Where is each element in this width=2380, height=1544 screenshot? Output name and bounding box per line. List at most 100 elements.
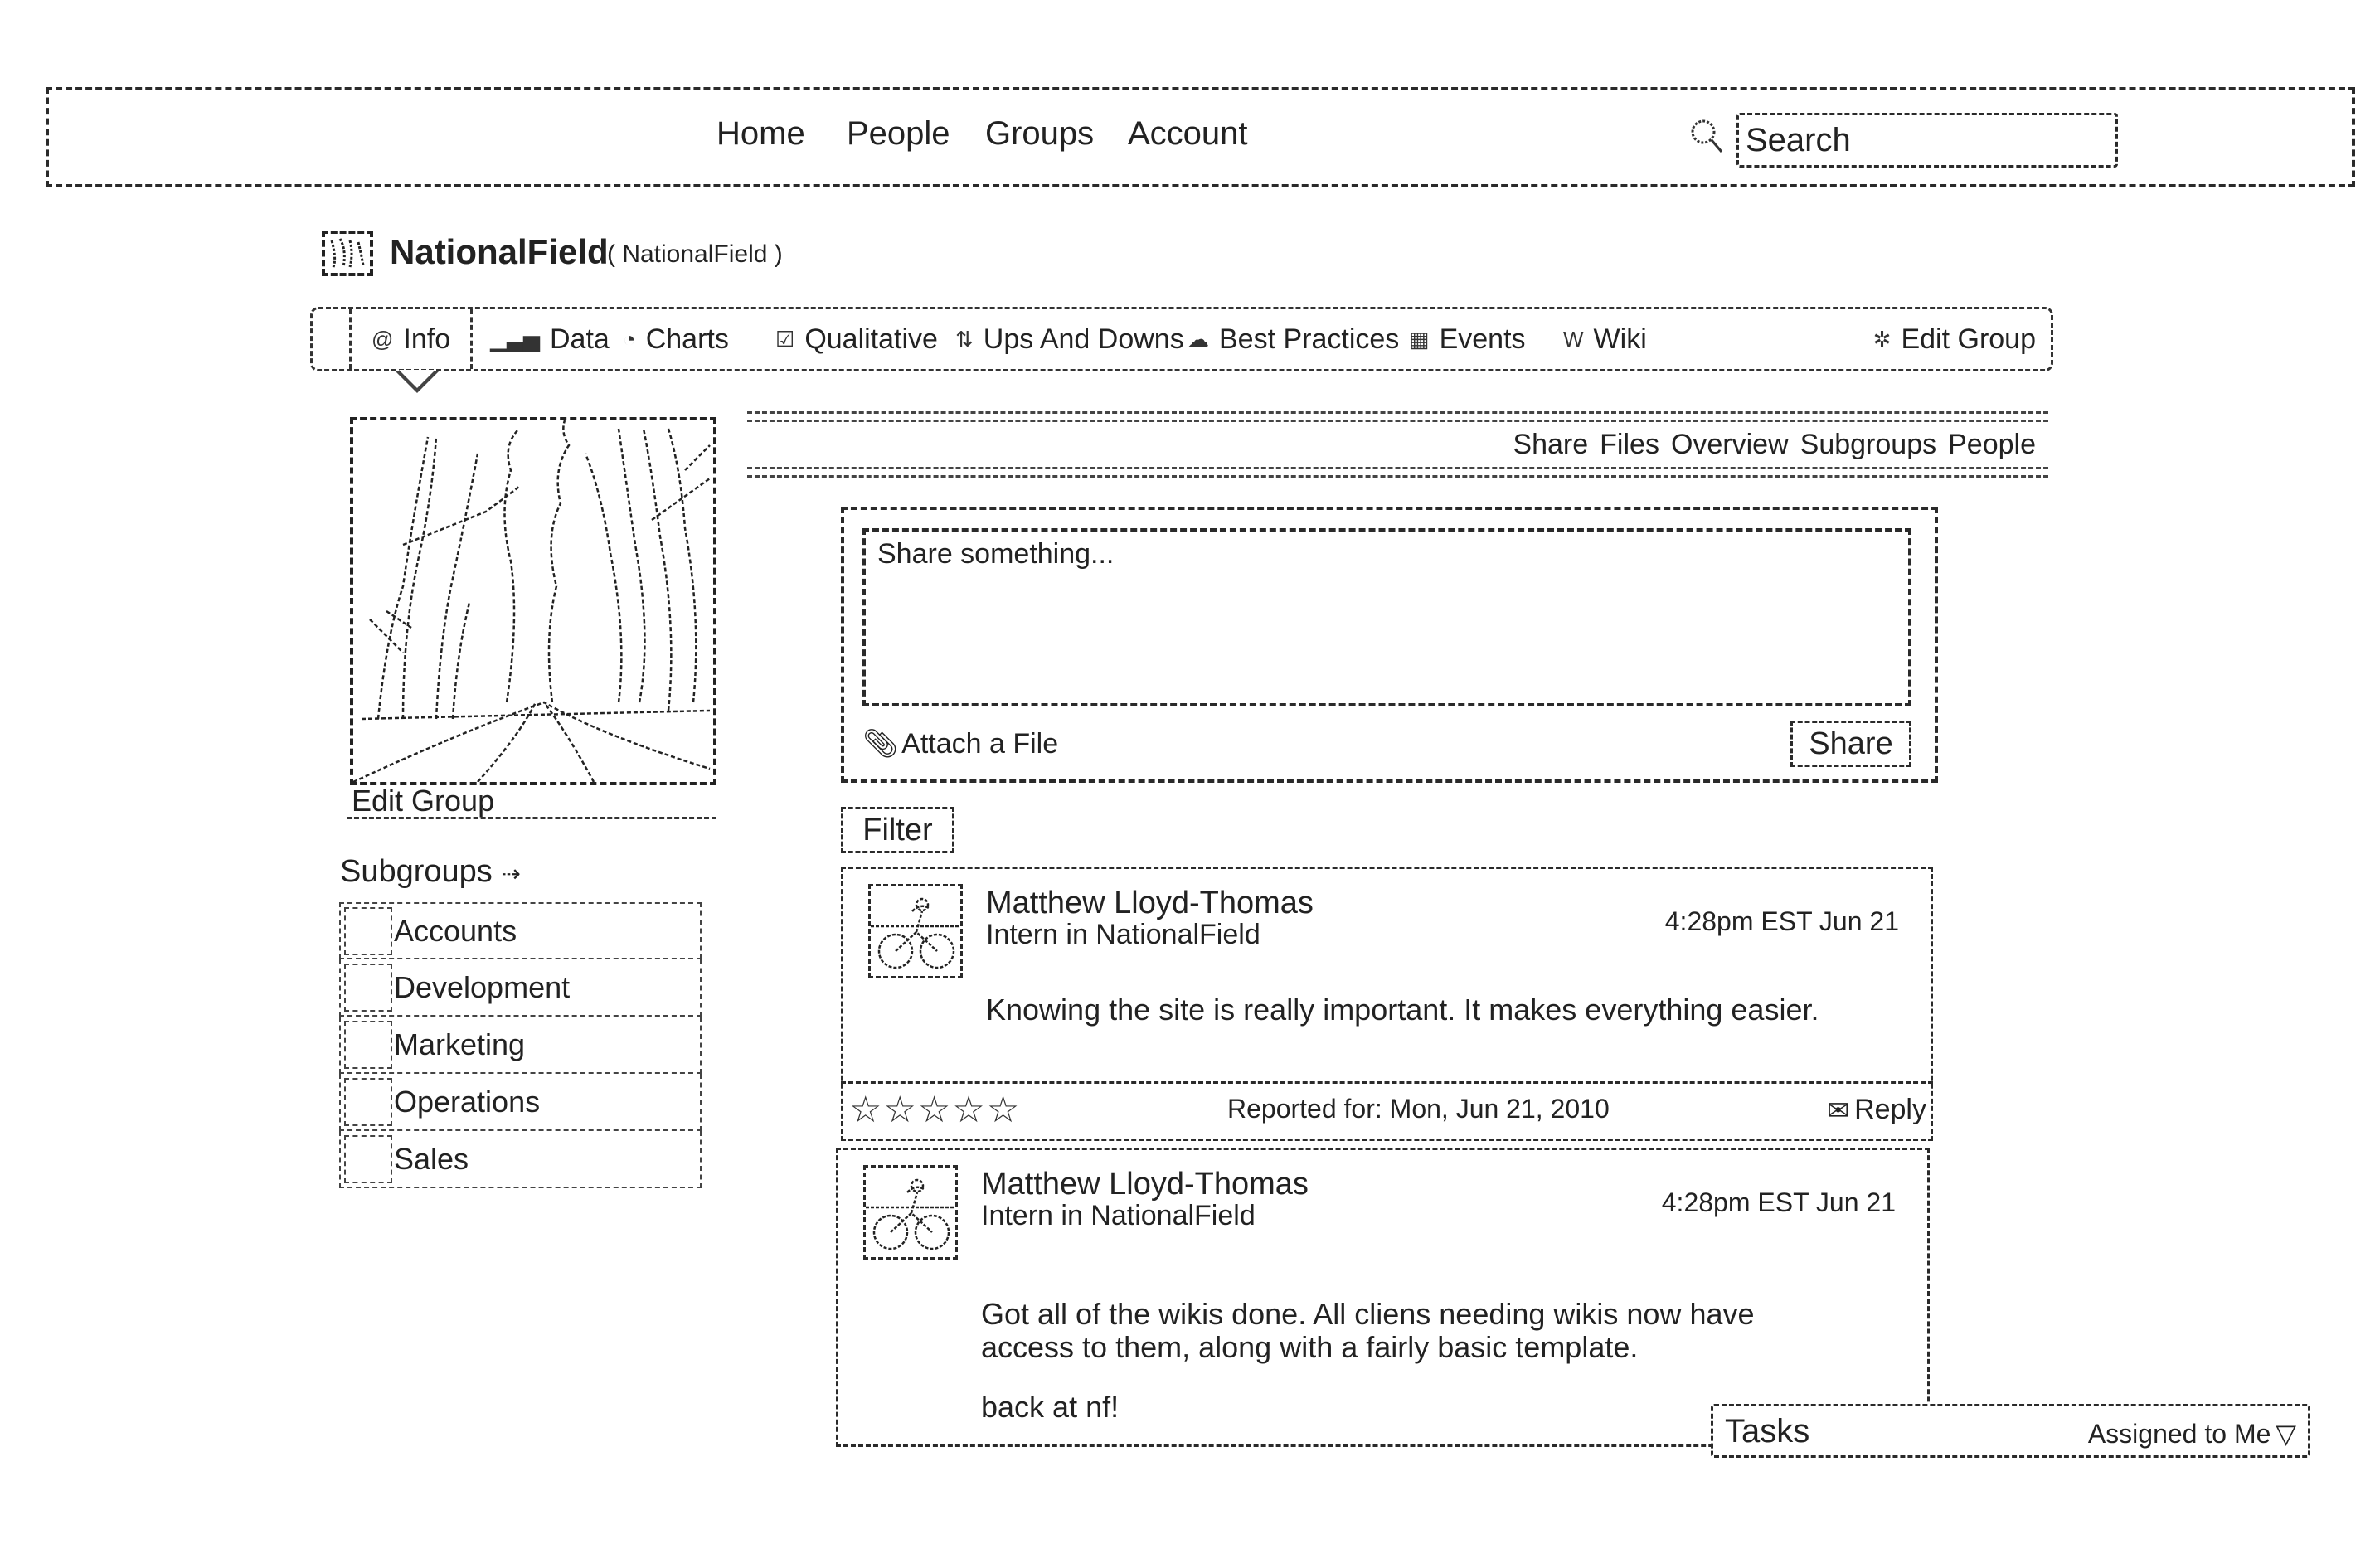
checkbox-icon: ☑ <box>775 326 795 352</box>
updown-icon: ⇅ <box>955 326 974 352</box>
calendar-icon: ▦ <box>1409 326 1430 352</box>
post-footer: ☆ ☆ ☆ ☆ ☆ Reported for: Mon, Jun 21, 201… <box>841 1081 1933 1141</box>
subgroup-thumbnail <box>344 1020 392 1069</box>
nav-link-account[interactable]: Account <box>1128 115 1248 153</box>
tab-label: Events <box>1439 323 1526 355</box>
tasks-filter-dropdown[interactable]: Assigned to Me ▽ <box>2088 1418 2296 1449</box>
edit-group-tab[interactable]: ✲ Edit Group <box>1873 309 2036 369</box>
share-button[interactable]: Share <box>1790 721 1911 767</box>
divider <box>747 411 2048 414</box>
tab-label: Info <box>403 323 451 355</box>
subgroup-item-development[interactable]: Development <box>339 959 702 1017</box>
tab-charts[interactable]: ◔ Charts <box>623 309 729 369</box>
subnav-files[interactable]: Files <box>1600 429 1659 461</box>
star-icon[interactable]: ☆ <box>987 1089 1019 1131</box>
subgroup-item-operations[interactable]: Operations <box>339 1074 702 1131</box>
divider <box>347 817 716 819</box>
search-icon[interactable] <box>1687 115 1728 157</box>
tab-label: Edit Group <box>1901 323 2036 355</box>
attach-file-label: Attach a File <box>901 727 1059 760</box>
tab-best-practices[interactable]: ☁ Best Practices <box>1188 309 1399 369</box>
subgroup-thumbnail <box>344 906 392 955</box>
subnav-overview[interactable]: Overview <box>1671 429 1789 461</box>
cyclist-avatar-icon <box>871 897 960 969</box>
avatar[interactable] <box>863 1165 958 1260</box>
group-tab-bar: @ Info ▁▃▅ Data ◔ Charts ☑ Qualitative ⇅… <box>310 307 2053 371</box>
attach-file-link[interactable]: 📎︎ Attach a File <box>862 727 1058 760</box>
star-icon[interactable]: ☆ <box>918 1089 950 1131</box>
subnav-subgroups[interactable]: Subgroups <box>1800 429 1936 461</box>
edit-group-link[interactable]: Edit Group <box>352 784 494 818</box>
tab-label: Data <box>550 323 610 355</box>
post-body: Knowing the site is really important. It… <box>986 993 1819 1027</box>
tab-label: Qualitative <box>804 323 938 355</box>
reply-button[interactable]: ✉ Reply <box>1827 1094 1926 1126</box>
share-composer: 📎︎ Attach a File Share <box>841 507 1938 783</box>
star-icon[interactable]: ☆ <box>849 1089 882 1131</box>
tab-label: Charts <box>645 323 729 355</box>
subnav-people[interactable]: People <box>1948 429 2036 461</box>
search-input[interactable] <box>1736 113 2118 168</box>
avatar[interactable] <box>868 884 963 978</box>
tab-data[interactable]: ▁▃▅ Data <box>490 309 610 369</box>
reported-for-date: Reported for: Mon, Jun 21, 2010 <box>1227 1094 1610 1124</box>
feed-post: Matthew Lloyd-Thomas Intern in NationalF… <box>841 867 1933 1141</box>
subnav-share[interactable]: Share <box>1513 429 1588 461</box>
pie-chart-icon: ◔ <box>623 326 636 352</box>
subgroup-thumbnail <box>344 963 392 1012</box>
feed-post: Matthew Lloyd-Thomas Intern in NationalF… <box>836 1148 1930 1447</box>
share-input[interactable] <box>862 528 1911 706</box>
subgroup-thumbnail <box>344 1134 392 1183</box>
group-title: NationalField <box>390 232 609 271</box>
tab-ups-and-downs[interactable]: ⇅ Ups And Downs <box>955 309 1184 369</box>
wiki-icon: W <box>1563 326 1584 352</box>
post-timestamp: 4:28pm EST Jun 21 <box>1661 1187 1896 1217</box>
forest-path-illustration <box>353 420 711 782</box>
post-author-role: Intern in NationalField <box>986 919 1260 950</box>
subgroup-label: Marketing <box>394 1027 526 1061</box>
subgroups-heading: Subgroups ⇢ <box>340 854 521 890</box>
post-author[interactable]: Matthew Lloyd-Thomas <box>986 886 1314 921</box>
tab-events[interactable]: ▦ Events <box>1409 309 1526 369</box>
subgroup-item-marketing[interactable]: Marketing <box>339 1017 702 1074</box>
post-timestamp: 4:28pm EST Jun 21 <box>1664 906 1899 936</box>
post-author-role: Intern in NationalField <box>981 1200 1256 1231</box>
nav-link-groups[interactable]: Groups <box>985 115 1094 153</box>
section-navigation: Share Files Overview Subgroups People <box>1513 429 2036 461</box>
star-icon[interactable]: ☆ <box>952 1089 984 1131</box>
tasks-panel[interactable]: Tasks Assigned to Me ▽ <box>1711 1404 2310 1458</box>
subgroup-label: Accounts <box>394 913 517 948</box>
filter-button[interactable]: Filter <box>841 807 954 853</box>
group-picture <box>350 417 716 785</box>
group-logo <box>322 231 373 276</box>
divider <box>747 420 2048 422</box>
subgroups-list: Accounts Development Marketing Operation… <box>339 902 702 1188</box>
nav-link-people[interactable]: People <box>847 115 950 153</box>
envelope-icon: ✉ <box>1827 1095 1850 1125</box>
tab-label: Wiki <box>1593 323 1647 355</box>
bar-chart-icon: ▁▃▅ <box>490 326 540 352</box>
subgroup-label: Operations <box>394 1084 541 1119</box>
star-icon[interactable]: ☆ <box>883 1089 916 1131</box>
subgroups-label: Subgroups <box>340 854 493 889</box>
post-body: Got all of the wikis done. All cliens ne… <box>981 1297 1755 1364</box>
group-handle: ( NationalField ) <box>607 240 783 268</box>
subgroup-label: Development <box>394 969 571 1004</box>
tasks-title: Tasks <box>1725 1413 1810 1449</box>
tab-info[interactable]: @ Info <box>349 309 474 369</box>
tab-qualitative[interactable]: ☑ Qualitative <box>775 309 938 369</box>
active-tab-pointer-fill <box>399 370 435 388</box>
cyclist-avatar-icon <box>866 1178 955 1250</box>
tasks-filter-label: Assigned to Me <box>2087 1418 2271 1449</box>
nav-link-home[interactable]: Home <box>716 115 805 153</box>
top-navigation-bar: Home People Groups Account <box>46 87 2355 187</box>
subgroup-item-sales[interactable]: Sales <box>339 1131 702 1188</box>
arrow-right-icon: ⇢ <box>501 861 521 886</box>
gear-icon: ✲ <box>1872 326 1892 352</box>
tab-label: Ups And Downs <box>983 323 1184 355</box>
reply-label: Reply <box>1854 1094 1926 1125</box>
paperclip-icon: 📎︎ <box>862 728 899 760</box>
post-author[interactable]: Matthew Lloyd-Thomas <box>981 1167 1309 1202</box>
tab-wiki[interactable]: W Wiki <box>1563 309 1647 369</box>
subgroup-item-accounts[interactable]: Accounts <box>339 902 702 959</box>
